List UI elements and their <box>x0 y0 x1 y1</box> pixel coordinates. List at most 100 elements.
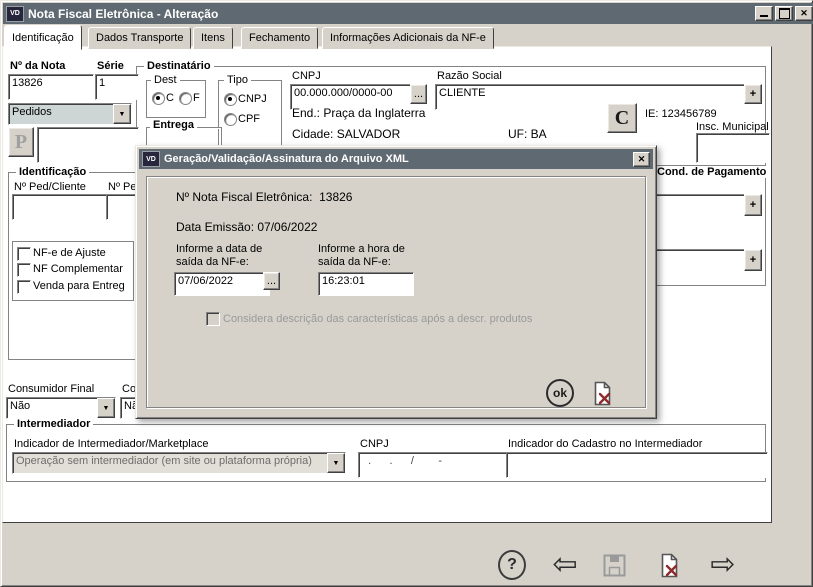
razao-social-input[interactable]: CLIENTE <box>435 84 751 110</box>
dest-radio-c[interactable] <box>152 92 165 105</box>
pedido-number-input[interactable] <box>37 127 139 163</box>
dialog-emissao-text: Data Emissão: 07/06/2022 <box>176 220 317 234</box>
nf-number-input[interactable]: 13826 <box>8 74 94 100</box>
xml-generation-dialog: VD Geração/Validação/Assinatura do Arqui… <box>135 145 657 419</box>
cliente-c-button[interactable]: C <box>607 103 637 133</box>
previous-button[interactable]: ⇦ <box>548 548 582 582</box>
indicador-marketplace-combobox[interactable]: Operação sem intermediador (em site ou p… <box>12 452 346 474</box>
consumidor-final-label: Consumidor Final <box>8 383 94 395</box>
minimize-icon <box>760 8 768 17</box>
dialog-titlebar: VD Geração/Validação/Assinatura do Arqui… <box>139 149 653 169</box>
dialog-icon: VD <box>142 151 160 167</box>
projeto-add-button[interactable]: + <box>744 249 762 271</box>
serie-input[interactable]: 1 <box>95 74 139 100</box>
cond-pagamento-add-button[interactable]: + <box>744 194 762 216</box>
identificacao-group-label: Identificação <box>16 166 89 178</box>
dialog-title: Geração/Validação/Assinatura do Arquivo … <box>164 153 409 165</box>
window-controls: ✕ <box>755 6 813 21</box>
dest-radio-f-label: F <box>193 92 200 104</box>
save-button[interactable] <box>600 551 628 579</box>
ped-cliente-label: Nº Ped/Cliente <box>14 181 86 193</box>
consumidor-final-combobox[interactable]: Não ▼ <box>6 397 116 419</box>
insc-municipal-input[interactable] <box>696 133 770 163</box>
tipo-group-label: Tipo <box>224 74 251 86</box>
chevron-down-icon[interactable]: ▼ <box>97 398 115 418</box>
cadastro-intermediador-label: Indicador do Cadastro no Intermediador <box>508 438 702 450</box>
dialog-close-button[interactable]: ✕ <box>633 152 650 167</box>
considera-descricao-label: Considera descrição das características … <box>223 313 532 325</box>
intermediador-group-label: Intermediador <box>14 418 93 430</box>
arrow-right-icon: ⇨ <box>710 550 735 580</box>
venda-entrega-checkbox[interactable] <box>17 280 31 294</box>
dest-radio-f[interactable] <box>179 92 192 105</box>
tab-informacoes-adicionais[interactable]: Informações Adicionais da NF-e <box>322 27 494 49</box>
tab-identificacao[interactable]: Identificação <box>4 25 82 50</box>
cnpj-browse-button[interactable]: ... <box>410 84 427 104</box>
tipo-radio-cpf[interactable] <box>224 113 237 126</box>
window-title: Nota Fiscal Eletrônica - Alteração <box>28 7 218 21</box>
uf-text: UF: BA <box>508 127 547 141</box>
data-saida-browse-button[interactable]: ... <box>263 272 280 290</box>
chevron-down-icon[interactable]: ▼ <box>113 104 131 124</box>
indicador-marketplace-value: Operação sem intermediador (em site ou p… <box>13 453 327 473</box>
data-saida-label: Informe a data de saída da NF-e: <box>176 243 288 269</box>
close-icon: ✕ <box>800 8 808 19</box>
help-button[interactable]: ? <box>498 551 526 579</box>
tab-itens[interactable]: Itens <box>193 27 233 49</box>
nf-complementar-label: NF Complementar <box>33 263 123 275</box>
ok-button[interactable]: ok <box>546 379 574 407</box>
cond-pagamento-label: Cond. de Pagamento <box>654 166 769 178</box>
app-icon: VD <box>6 6 24 22</box>
indicador-marketplace-label: Indicador de Intermediador/Marketplace <box>14 438 208 450</box>
tipo-radio-cnpj-label: CNPJ <box>238 93 267 105</box>
ie-text: IE: 123456789 <box>645 108 717 120</box>
insc-municipal-label: Insc. Municipal <box>696 121 769 133</box>
nf-number-label: Nº da Nota <box>10 60 65 72</box>
minimize-button[interactable] <box>755 6 773 21</box>
c-button-label: C <box>615 107 629 130</box>
tab-fechamento[interactable]: Fechamento <box>241 27 318 49</box>
ped-cliente-input[interactable] <box>12 194 112 220</box>
venda-entrega-label: Venda para Entreg <box>33 280 125 292</box>
pedidos-value: Pedidos <box>9 104 113 124</box>
dest-radio-c-label: C <box>166 92 174 104</box>
cancel-document-button[interactable] <box>655 551 683 579</box>
app-root: { "window": { "title": "Nota Fiscal Elet… <box>0 0 813 587</box>
dest-group-label: Dest <box>151 74 180 86</box>
close-button[interactable]: ✕ <box>795 6 813 21</box>
maximize-icon <box>779 8 790 19</box>
cidade-text: Cidade: SALVADOR <box>292 127 400 141</box>
nfe-ajuste-label: NF-e de Ajuste <box>33 247 106 259</box>
considera-descricao-checkbox[interactable] <box>206 312 220 326</box>
chevron-down-icon[interactable]: ▼ <box>327 453 345 473</box>
razao-social-label: Razão Social <box>437 70 502 82</box>
destinatario-group-label: Destinatário <box>144 60 214 72</box>
data-saida-input[interactable]: 07/06/2022 <box>174 272 270 296</box>
endereco-text: End.: Praça da Inglaterra <box>292 106 425 120</box>
close-icon: ✕ <box>638 154 646 165</box>
tab-dados-transporte[interactable]: Dados Transporte <box>88 27 191 49</box>
next-button[interactable]: ⇨ <box>706 548 740 582</box>
hora-saida-label: Informe a hora de saída da NF-e: <box>318 243 430 269</box>
entrega-group-label: Entrega <box>150 119 197 131</box>
nfe-ajuste-checkbox[interactable] <box>17 247 31 261</box>
intermediador-cnpj-input[interactable]: . . / - <box>358 452 508 478</box>
document-x-icon <box>589 380 616 407</box>
tipo-radio-cnpj[interactable] <box>224 93 237 106</box>
dialog-nf-number-text: Nº Nota Fiscal Eletrônica: 13826 <box>176 190 352 204</box>
cadastro-intermediador-input[interactable] <box>506 452 768 478</box>
dialog-cancel-button[interactable] <box>588 379 616 407</box>
cnpj-label: CNPJ <box>292 70 321 82</box>
hora-saida-input[interactable]: 16:23:01 <box>318 272 414 296</box>
pedido-p-button[interactable]: P <box>8 127 34 157</box>
maximize-button[interactable] <box>775 6 793 21</box>
tipo-radio-cpf-label: CPF <box>238 113 260 125</box>
document-x-icon <box>656 552 683 579</box>
p-button-label: P <box>15 131 27 154</box>
nf-complementar-checkbox[interactable] <box>17 263 31 277</box>
titlebar: VD Nota Fiscal Eletrônica - Alteração ✕ <box>3 3 813 24</box>
consumidor-final-value: Não <box>7 398 97 418</box>
razao-social-add-button[interactable]: + <box>744 84 762 104</box>
pedidos-combobox[interactable]: Pedidos ▼ <box>8 103 132 125</box>
help-icon: ? <box>498 550 526 580</box>
